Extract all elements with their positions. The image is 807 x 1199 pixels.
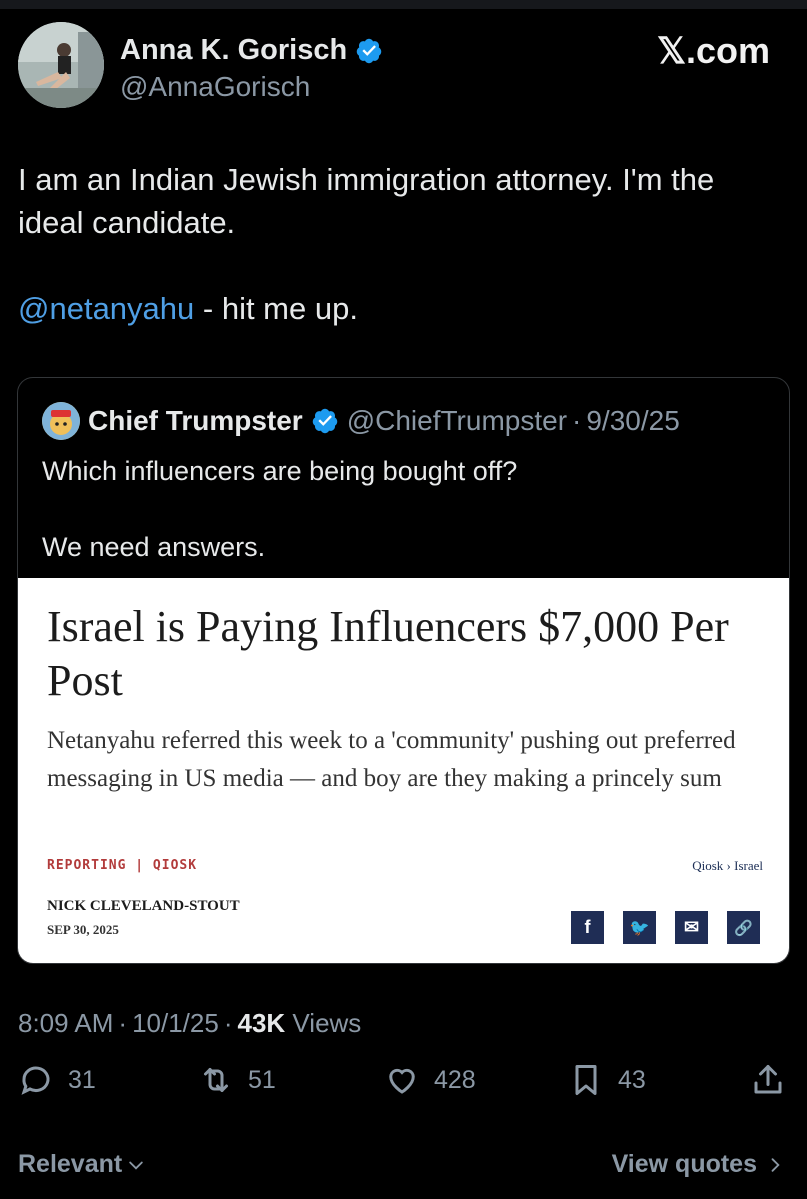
tweet-text-line: I am an Indian Jewish immigration attorn… (18, 162, 715, 240)
brand-logo: 𝕏.com (656, 30, 770, 71)
author-name-row: Anna K. Gorisch (120, 34, 383, 67)
views-label: Views (285, 1008, 362, 1038)
tweet-mention-rest: - hit me up. (194, 291, 358, 326)
reply-icon (21, 1066, 50, 1095)
repost-icon (204, 1068, 228, 1092)
quoted-tweet[interactable]: Chief Trumpster @ChiefTrumpster · 9/30/2… (17, 377, 790, 964)
quoted-text-line: We need answers. (42, 532, 266, 562)
quoted-author-handle[interactable]: @ChiefTrumpster (347, 405, 567, 437)
author-name[interactable]: Anna K. Gorisch (120, 34, 347, 67)
verified-badge-icon (356, 38, 382, 63)
quoted-tweet-text: Which influencers are being bought off? … (42, 452, 762, 566)
article-author: NICK CLEVELAND-STOUT (47, 898, 240, 914)
chevron-right-icon (771, 1157, 780, 1172)
separator-dot: · (572, 405, 582, 436)
sort-label: Relevant (18, 1150, 123, 1178)
share-button[interactable] (750, 1062, 786, 1098)
article-title: Israel is Paying Influencers $7,000 Per … (47, 602, 729, 705)
tweet-date[interactable]: 10/1/25 (132, 1008, 219, 1038)
quoted-avatar[interactable] (42, 402, 80, 440)
separator-dot: · (223, 1008, 233, 1038)
share-icon (754, 1065, 782, 1094)
verified-badge-icon (312, 408, 337, 434)
view-quotes-label: View quotes (611, 1150, 757, 1178)
article-breadcrumb: Qiosk › Israel (692, 858, 763, 873)
top-divider (0, 0, 807, 9)
author-handle[interactable]: @AnnaGorisch (120, 71, 310, 103)
action-bar: 31 51 428 43 (0, 1062, 807, 1116)
heart-icon (389, 1068, 415, 1094)
tweet-mention-line: @netanyahu - hit me up. (18, 287, 788, 330)
bookmark-button[interactable]: 43 (568, 1062, 646, 1098)
article-subtitle: Netanyahu referred this week to a 'commu… (47, 727, 736, 792)
bookmark-count: 43 (618, 1065, 646, 1094)
quoted-text-line: Which influencers are being bought off? (42, 456, 518, 486)
sort-relevant-button[interactable]: Relevant (18, 1150, 146, 1179)
like-count: 428 (434, 1065, 476, 1094)
article-date: SEP 30, 2025 (47, 922, 119, 937)
reply-count: 31 (68, 1065, 96, 1094)
chevron-down-icon (129, 1161, 143, 1170)
quoted-tweet-header: Chief Trumpster @ChiefTrumpster · 9/30/2… (42, 402, 680, 440)
quoted-author-name[interactable]: Chief Trumpster (88, 405, 303, 437)
like-button[interactable]: 428 (384, 1062, 476, 1098)
article-image[interactable]: Israel is Paying Influencers $7,000 Per … (18, 578, 789, 963)
bookmark-icon (575, 1065, 597, 1095)
article-section: REPORTING | QIOSK (47, 858, 198, 873)
views-count: 43K (237, 1008, 286, 1038)
separator-dot: · (118, 1008, 128, 1038)
tweet-time[interactable]: 8:09 AM (18, 1008, 113, 1038)
reply-button[interactable]: 31 (18, 1062, 96, 1098)
twitter-icon: 🐦 (623, 911, 656, 944)
view-quotes-button[interactable]: View quotes (612, 1150, 785, 1179)
avatar[interactable] (18, 22, 104, 108)
mention-link[interactable]: @netanyahu (18, 291, 194, 326)
tweet-body: I am an Indian Jewish immigration attorn… (18, 158, 788, 330)
tweet-meta: 8:09 AM · 10/1/25 · 43K Views (18, 1008, 361, 1039)
facebook-icon: f (571, 911, 604, 944)
link-icon: 🔗 (727, 911, 760, 944)
repost-button[interactable]: 51 (198, 1062, 276, 1098)
email-icon: ✉ (675, 911, 708, 944)
tweet-header: Anna K. Gorisch @AnnaGorisch 𝕏.com (18, 22, 778, 112)
quoted-date[interactable]: 9/30/25 (586, 405, 679, 437)
repost-count: 51 (248, 1065, 276, 1094)
